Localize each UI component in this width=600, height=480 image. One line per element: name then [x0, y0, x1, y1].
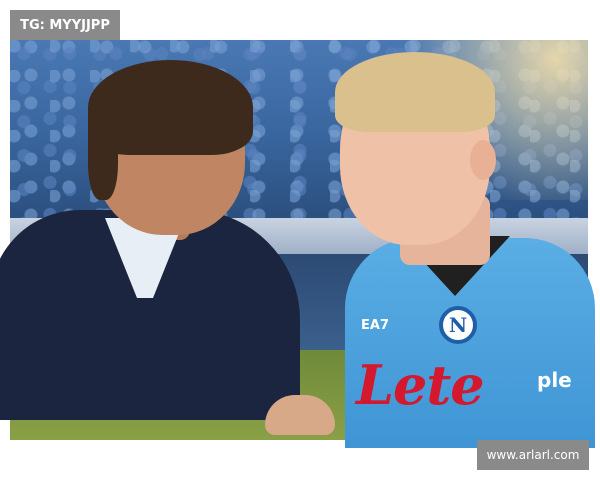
- sleeve-sponsor: ple: [537, 368, 572, 392]
- shirt-sponsor: Lete: [356, 353, 485, 417]
- right-man-hair: [335, 52, 495, 132]
- right-man-ear: [470, 140, 496, 180]
- bottom-right-watermark: www.arlarl.com: [477, 440, 589, 470]
- kit-brand-logo: EA7: [361, 318, 389, 333]
- club-crest: N: [439, 306, 477, 344]
- left-man-hair-side: [88, 110, 118, 200]
- top-left-watermark: TG: MYYJJPP: [10, 10, 120, 40]
